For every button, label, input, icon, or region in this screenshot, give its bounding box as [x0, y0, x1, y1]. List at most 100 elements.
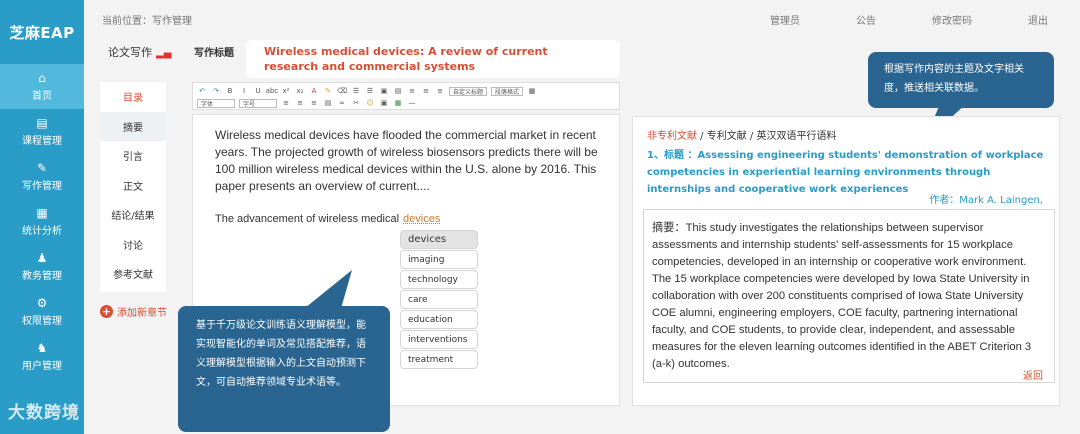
title-input[interactable]: Wireless medical devices: A review of cu…: [246, 40, 620, 78]
sidebar-item-label: 权限管理: [22, 316, 62, 327]
suggestion-item[interactable]: interventions: [400, 330, 478, 349]
plus-icon: +: [100, 305, 113, 318]
reference-tabs: 非专利文献 / 专利文献 / 英汉双语平行语料: [647, 127, 836, 142]
section-label: 论文写作 ▂▄: [108, 46, 172, 59]
sidebar-nav: ⌂ 首页 ▤ 课程管理 ✎ 写作管理 ▦ 统计分析 ♟ 教务管理 ⚙ 权限管理 ♞ 用户管理: [0, 64, 84, 379]
font-color-icon[interactable]: A: [309, 87, 319, 96]
tab-others[interactable]: / 专利文献 / 英汉双语平行语料: [697, 131, 836, 142]
editor-current-line: The advancement of wireless medical devic…: [215, 213, 441, 225]
size-select[interactable]: 字号: [239, 98, 277, 108]
sidebar: 芝麻EAP ⌂ 首页 ▤ 课程管理 ✎ 写作管理 ▦ 统计分析 ♟ 教务管理 ⚙ 权限管理 ♞ 用户管理: [0, 0, 84, 434]
back-link[interactable]: 返回: [1023, 367, 1043, 382]
suggestion-item[interactable]: imaging: [400, 250, 478, 269]
unlink-icon[interactable]: ✂: [351, 99, 361, 108]
semantic-model-callout: 基于千万级论文训练语义理解模型，能实现智能化的单词及常见搭配推荐，语义理解模型根…: [178, 306, 390, 432]
top-header: 当前位置：写作管理 管理员 公告 修改密码 退出: [84, 0, 1080, 38]
paragraph-format-select[interactable]: 段落格式: [491, 86, 524, 96]
editor-toolbar: ↶ ↷ B I Uabc x² x₂ A ✎ ⌫ ☰ ☰ ▣ ▤ ≡ ≡ ≡ 自定义标题 段落格式 ▦ 字体 字号 ≡…: [192, 82, 620, 110]
superscript-icon[interactable]: x²: [281, 87, 291, 96]
strikethrough-icon[interactable]: abc: [266, 87, 279, 96]
align-center-icon[interactable]: ≡: [295, 99, 305, 108]
book-icon: ▤: [36, 116, 48, 130]
reference-author: 作者：Mark A. Laingen,: [929, 195, 1043, 206]
outline-item-discussion[interactable]: 讨论: [100, 230, 166, 260]
outline-item-conclusion[interactable]: 结论/结果: [100, 200, 166, 230]
reference-panel: 非专利文献 / 专利文献 / 英汉双语平行语料 1、标题 ：Assessing …: [632, 116, 1060, 406]
image-icon[interactable]: ▣: [379, 99, 389, 108]
announcement-link[interactable]: 公告: [856, 12, 876, 27]
editor-paragraph: Wireless medical devices have flooded th…: [215, 128, 598, 193]
sidebar-item-label: 统计分析: [22, 226, 62, 237]
letter-spacing-icon[interactable]: ≡: [435, 87, 445, 96]
indent-icon[interactable]: ▣: [379, 87, 389, 96]
toolbar-row-1: ↶ ↷ B I Uabc x² x₂ A ✎ ⌫ ☰ ☰ ▣ ▤ ≡ ≡ ≡ 自定义标题 段落格式 ▦: [197, 85, 537, 97]
title-label: 写作标题: [194, 48, 234, 59]
home-icon: ⌂: [38, 71, 46, 85]
outline-item-toc[interactable]: 目录: [100, 82, 166, 112]
suggestion-item[interactable]: technology: [400, 270, 478, 289]
justify-icon[interactable]: ▤: [323, 99, 333, 108]
suggestion-item[interactable]: education: [400, 310, 478, 329]
line-height-icon[interactable]: ≡: [407, 87, 417, 96]
sidebar-item-label: 写作管理: [22, 181, 62, 192]
sidebar-item-writing-management[interactable]: ✎ 写作管理: [0, 154, 84, 199]
header-menu: 管理员 公告 修改密码 退出: [770, 0, 1048, 38]
preview-icon[interactable]: ▦: [527, 87, 537, 96]
logout-link[interactable]: 退出: [1028, 12, 1048, 27]
toolbar-row-2: 字体 字号 ≡ ≡ ≡ ▤ ∞ ✂ ☺ ▣ ▦ —: [197, 97, 417, 109]
outline-item-body[interactable]: 正文: [100, 171, 166, 201]
sidebar-item-academic-affairs[interactable]: ♟ 教务管理: [0, 244, 84, 289]
redo-icon[interactable]: ↷: [211, 87, 221, 96]
outline-list: 目录 摘要 引言 正文 结论/结果 讨论 参考文献: [100, 82, 166, 292]
reference-abstract: 摘要：This study investigates the relations…: [643, 209, 1055, 383]
sidebar-item-label: 首页: [32, 91, 52, 102]
sidebar-item-course-management[interactable]: ▤ 课程管理: [0, 109, 84, 154]
change-password-link[interactable]: 修改密码: [932, 12, 972, 27]
sidebar-item-statistics[interactable]: ▦ 统计分析: [0, 199, 84, 244]
emoji-icon[interactable]: ☺: [365, 99, 375, 108]
link-icon[interactable]: ∞: [337, 99, 347, 108]
underline-icon[interactable]: U: [253, 87, 263, 96]
suggestion-list: devices imaging technology care educatio…: [400, 230, 478, 370]
heading-select[interactable]: 自定义标题: [449, 86, 488, 96]
person-icon: ♟: [36, 251, 48, 265]
gear-icon: ⚙: [36, 296, 48, 310]
add-chapter-button[interactable]: + 添加新章节: [100, 304, 167, 319]
sidebar-item-permissions[interactable]: ⚙ 权限管理: [0, 289, 84, 334]
ordered-list-icon[interactable]: ☰: [351, 87, 361, 96]
clear-format-icon[interactable]: ⌫: [337, 87, 347, 96]
breadcrumb: 当前位置：写作管理: [102, 15, 192, 27]
highlight-icon[interactable]: ✎: [323, 87, 333, 96]
subscript-icon[interactable]: x₂: [295, 87, 305, 96]
stats-icon: ▂▄: [156, 48, 172, 59]
paragraph-spacing-icon[interactable]: ≡: [421, 87, 431, 96]
font-select[interactable]: 字体: [197, 98, 235, 108]
pen-icon: ✎: [36, 161, 48, 175]
sidebar-item-label: 用户管理: [22, 361, 62, 372]
admin-link[interactable]: 管理员: [770, 12, 800, 27]
watermark-logo: 大数跨境: [8, 403, 80, 423]
sidebar-item-home[interactable]: ⌂ 首页: [0, 64, 84, 109]
tab-non-patent[interactable]: 非专利文献: [647, 131, 697, 142]
related-data-callout: 根据写作内容的主题及文字相关度，推送相关联数据。: [868, 52, 1054, 108]
undo-icon[interactable]: ↶: [197, 87, 207, 96]
outline-item-abstract[interactable]: 摘要: [100, 111, 166, 141]
table-icon[interactable]: ▦: [393, 99, 403, 108]
brand-logo: 芝麻EAP: [9, 23, 75, 42]
outline-item-introduction[interactable]: 引言: [100, 141, 166, 171]
outdent-icon[interactable]: ▤: [393, 87, 403, 96]
bold-icon[interactable]: B: [225, 87, 235, 96]
hr-icon[interactable]: —: [407, 99, 417, 108]
chart-icon: ▦: [36, 206, 48, 220]
suggestion-item[interactable]: devices: [400, 230, 478, 249]
sidebar-item-user-management[interactable]: ♞ 用户管理: [0, 334, 84, 379]
users-icon: ♞: [36, 341, 48, 355]
suggestion-item[interactable]: care: [400, 290, 478, 309]
unordered-list-icon[interactable]: ☰: [365, 87, 375, 96]
suggestion-item[interactable]: treatment: [400, 350, 478, 369]
italic-icon[interactable]: I: [239, 87, 249, 96]
align-right-icon[interactable]: ≡: [309, 99, 319, 108]
outline-item-references[interactable]: 参考文献: [100, 259, 166, 289]
align-left-icon[interactable]: ≡: [281, 99, 291, 108]
typed-word: devices: [403, 213, 441, 225]
